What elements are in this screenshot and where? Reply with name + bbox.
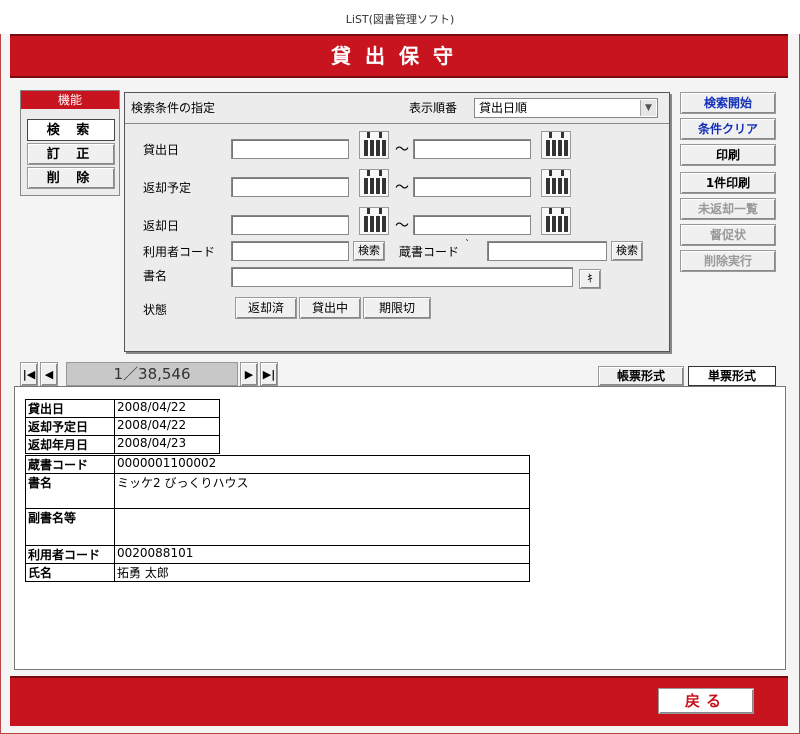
loan-date-key: 貸出日 bbox=[25, 399, 115, 418]
loan-date-label: 貸出日 bbox=[143, 143, 180, 157]
unreturned-list-button[interactable]: 未返却一覧 bbox=[680, 198, 776, 220]
due-date-value: 2008/04/22 bbox=[114, 417, 220, 436]
table-row: 氏名 拓勇 太郎 bbox=[25, 563, 530, 582]
next-record-icon[interactable]: ▶ bbox=[240, 362, 258, 386]
book-code-label: 蔵書コード bbox=[399, 245, 460, 259]
table-row: 利用者コード 0020088101 bbox=[25, 545, 530, 564]
reminder-button[interactable]: 督促状 bbox=[680, 224, 776, 246]
title-value: ミッケ2 びっくりハウス bbox=[114, 473, 530, 509]
table-row: 返却予定日 2008/04/22 bbox=[25, 417, 220, 436]
function-panel-title: 機能 bbox=[21, 91, 119, 109]
status-on-loan-button[interactable]: 貸出中 bbox=[299, 297, 361, 319]
record-main-table: 蔵書コード 0000001100002 書名 ミッケ2 びっくりハウス 副書名等… bbox=[25, 455, 530, 582]
calendar-icon[interactable] bbox=[359, 207, 389, 235]
calendar-icon[interactable] bbox=[541, 131, 571, 159]
sort-order-label: 表示順番 bbox=[409, 101, 458, 115]
prev-record-icon[interactable]: ◀ bbox=[40, 362, 58, 386]
tab-ledger[interactable]: 帳票形式 bbox=[598, 366, 684, 386]
execute-delete-button[interactable]: 削除実行 bbox=[680, 250, 776, 272]
first-record-icon[interactable]: |◀ bbox=[20, 362, 38, 386]
user-search-button[interactable]: 検索 bbox=[353, 241, 385, 261]
record-date-table: 貸出日 2008/04/22 返却予定日 2008/04/22 返却年月日 20… bbox=[25, 399, 220, 454]
sort-order-select[interactable]: 貸出日順 ▼ bbox=[474, 98, 658, 118]
user-code-key: 利用者コード bbox=[25, 545, 115, 564]
return-date-from-input[interactable] bbox=[231, 215, 349, 235]
return-date-to-input[interactable] bbox=[413, 215, 531, 235]
due-date-from-input[interactable] bbox=[231, 177, 349, 197]
title-label: 書名 bbox=[143, 269, 168, 283]
function-edit-button[interactable]: 訂 正 bbox=[27, 143, 115, 165]
subtitle-value bbox=[114, 508, 530, 546]
function-search-button[interactable]: 検 索 bbox=[27, 119, 115, 141]
loan-date-from-input[interactable] bbox=[231, 139, 349, 159]
calendar-icon[interactable] bbox=[359, 131, 389, 159]
title-key: 書名 bbox=[25, 473, 115, 509]
print-one-button[interactable]: 1件印刷 bbox=[680, 172, 776, 194]
return-date-value: 2008/04/23 bbox=[114, 435, 220, 454]
range-separator: ～ bbox=[395, 142, 409, 158]
page-title: 貸出保守 bbox=[331, 44, 467, 68]
user-code-label: 利用者コード bbox=[143, 245, 216, 259]
kana-button[interactable]: ｷ bbox=[579, 269, 601, 289]
user-code-value: 0020088101 bbox=[114, 545, 530, 564]
record-detail-panel: 貸出日 2008/04/22 返却予定日 2008/04/22 返却年月日 20… bbox=[14, 386, 786, 670]
status-overdue-button[interactable]: 期限切 bbox=[363, 297, 431, 319]
name-value: 拓勇 太郎 bbox=[114, 563, 530, 582]
start-search-button[interactable]: 検索開始 bbox=[680, 92, 776, 114]
chevron-down-icon[interactable]: ▼ bbox=[640, 100, 656, 116]
book-search-button[interactable]: 検索 bbox=[611, 241, 643, 261]
calendar-icon[interactable] bbox=[541, 169, 571, 197]
table-row: 副書名等 bbox=[25, 508, 530, 546]
table-row: 蔵書コード 0000001100002 bbox=[25, 455, 530, 474]
search-panel-title: 検索条件の指定 bbox=[131, 101, 216, 115]
table-row: 貸出日 2008/04/22 bbox=[25, 399, 220, 418]
divider bbox=[125, 123, 669, 124]
subtitle-key: 副書名等 bbox=[25, 508, 115, 546]
due-date-label: 返却予定 bbox=[143, 181, 192, 195]
loan-date-to-input[interactable] bbox=[413, 139, 531, 159]
range-separator: ～ bbox=[395, 218, 409, 234]
page-header: 貸出保守 bbox=[10, 34, 788, 78]
back-button[interactable]: 戻る bbox=[658, 688, 754, 714]
return-date-label: 返却日 bbox=[143, 219, 180, 233]
last-record-icon[interactable]: ▶| bbox=[260, 362, 278, 386]
range-separator: ～ bbox=[395, 180, 409, 196]
return-date-key: 返却年月日 bbox=[25, 435, 115, 454]
table-row: 返却年月日 2008/04/23 bbox=[25, 435, 220, 454]
book-code-input[interactable] bbox=[487, 241, 607, 261]
clear-conditions-button[interactable]: 条件クリア bbox=[680, 118, 776, 140]
name-key: 氏名 bbox=[25, 563, 115, 582]
status-label: 状態 bbox=[143, 303, 168, 317]
book-code-value: 0000001100002 bbox=[114, 455, 530, 474]
calendar-icon[interactable] bbox=[359, 169, 389, 197]
record-position: 1／38,546 bbox=[66, 362, 238, 386]
calendar-icon[interactable] bbox=[541, 207, 571, 235]
print-button[interactable]: 印刷 bbox=[680, 144, 776, 166]
book-code-key: 蔵書コード bbox=[25, 455, 115, 474]
title-input[interactable] bbox=[231, 267, 573, 287]
table-row: 書名 ミッケ2 びっくりハウス bbox=[25, 473, 530, 509]
tab-form[interactable]: 単票形式 bbox=[688, 366, 776, 386]
function-panel: 機能 検 索 訂 正 削 除 bbox=[20, 90, 120, 196]
window-title: LiST(図書管理ソフト) bbox=[0, 0, 800, 34]
book-code-mark: ` bbox=[465, 239, 470, 250]
status-returned-button[interactable]: 返却済 bbox=[235, 297, 297, 319]
loan-date-value: 2008/04/22 bbox=[114, 399, 220, 418]
search-conditions-panel: 検索条件の指定 表示順番 貸出日 ～ 返却予定 ～ 返却日 ～ 利用者コード 検… bbox=[124, 92, 670, 352]
sort-order-value: 貸出日順 bbox=[479, 101, 528, 115]
due-date-to-input[interactable] bbox=[413, 177, 531, 197]
due-date-key: 返却予定日 bbox=[25, 417, 115, 436]
user-code-input[interactable] bbox=[231, 241, 349, 261]
function-delete-button[interactable]: 削 除 bbox=[27, 167, 115, 189]
